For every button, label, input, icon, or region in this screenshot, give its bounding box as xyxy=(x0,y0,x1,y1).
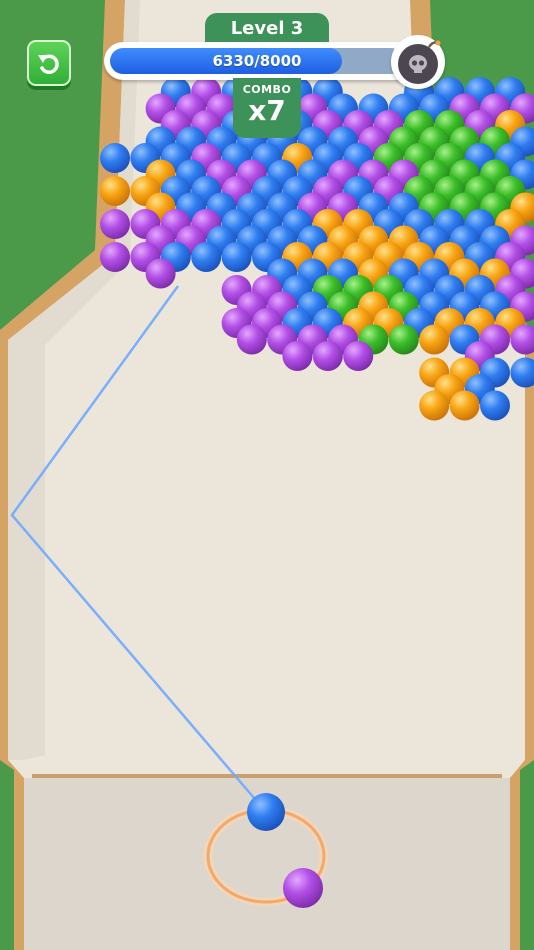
bubble-blue xyxy=(100,143,130,173)
bubble-orange xyxy=(419,324,450,355)
next-ball[interactable] xyxy=(283,868,323,908)
combo-panel: COMBO x7 xyxy=(233,78,301,138)
score-text: 6330/8000 xyxy=(212,52,302,70)
skull-bomb-icon xyxy=(398,40,441,84)
bubble-purple xyxy=(145,258,176,289)
score-progress-bar: 6330/8000 xyxy=(104,42,426,80)
bubble-blue xyxy=(480,390,510,421)
bubble-orange xyxy=(100,176,130,206)
current-ball[interactable] xyxy=(247,793,285,831)
bubble-orange xyxy=(419,390,450,421)
combo-value: x7 xyxy=(248,94,286,127)
bubble-purple xyxy=(100,242,130,272)
bubble-purple xyxy=(282,341,313,371)
bubble-purple xyxy=(343,341,374,371)
bomb-goal xyxy=(391,35,445,89)
bubble-green xyxy=(388,324,419,355)
bubble-blue xyxy=(221,242,252,272)
bubble-orange xyxy=(449,390,480,421)
game-board[interactable] xyxy=(0,0,534,950)
restart-button[interactable] xyxy=(27,40,71,86)
restart-icon xyxy=(38,54,59,74)
bubble-purple xyxy=(100,209,130,239)
bubble-purple xyxy=(236,324,267,355)
bubble-blue xyxy=(191,242,222,272)
bubble-purple xyxy=(312,341,343,371)
